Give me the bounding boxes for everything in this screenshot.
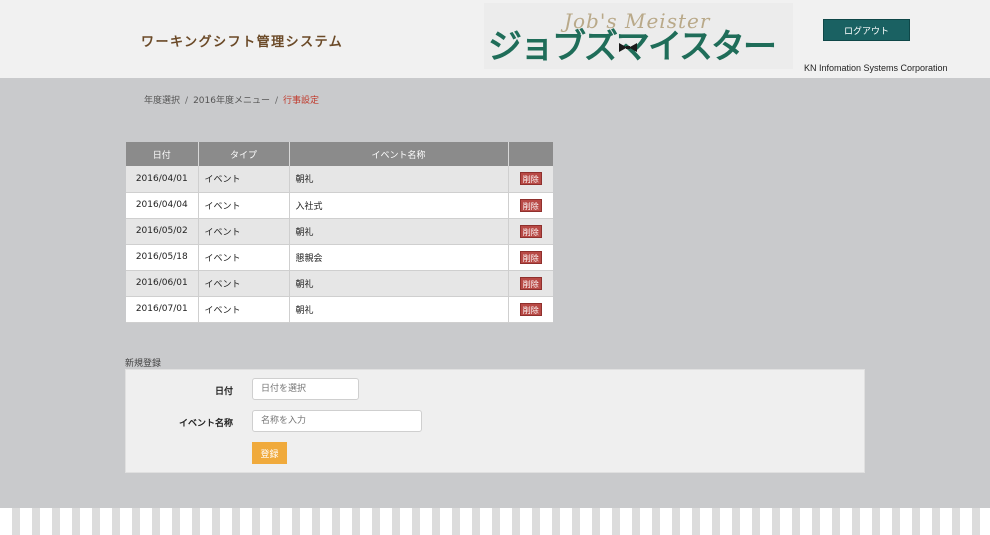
- delete-button[interactable]: 削除: [519, 172, 542, 186]
- table-row: 2016/05/02 イベント 朝礼 削除: [126, 218, 553, 245]
- cell-type: イベント: [198, 296, 290, 323]
- breadcrumb-separator: /: [274, 96, 279, 106]
- cell-event-name: 朝礼: [289, 218, 509, 245]
- event-name-input[interactable]: [252, 410, 422, 432]
- cell-type: イベント: [198, 166, 290, 193]
- cell-event-name: 朝礼: [289, 296, 509, 323]
- app-title: ワーキングシフト管理システム: [141, 35, 344, 50]
- column-header-date: 日付: [126, 142, 199, 166]
- table-row: 2016/06/01 イベント 朝礼 削除: [126, 270, 553, 297]
- table-header-row: 日付 タイプ イベント名称: [126, 142, 553, 166]
- cell-action: 削除: [508, 192, 553, 219]
- brand-logo: Job's Meister ジョブズマイスター: [484, 3, 793, 69]
- cell-action: 削除: [508, 218, 553, 245]
- cell-event-name: 懇親会: [289, 244, 509, 271]
- header: ワーキングシフト管理システム Job's Meister ジョブズマイスター K…: [0, 0, 990, 78]
- cell-date: 2016/04/04: [126, 192, 199, 219]
- events-table: 日付 タイプ イベント名称 2016/04/01 イベント 朝礼 削除 2016…: [126, 142, 553, 323]
- breadcrumb-year-menu[interactable]: 2016年度メニュー: [193, 96, 270, 106]
- delete-button[interactable]: 削除: [519, 198, 542, 212]
- column-header-event-name: イベント名称: [289, 142, 509, 166]
- cell-type: イベント: [198, 192, 290, 219]
- event-name-label: イベント名称: [178, 419, 233, 429]
- cell-action: 削除: [508, 296, 553, 323]
- table-row: 2016/05/18 イベント 懇親会 削除: [126, 244, 553, 271]
- cell-date: 2016/05/02: [126, 218, 199, 245]
- logout-button[interactable]: ログアウト: [823, 19, 910, 41]
- company-name: KN Infomation Systems Corporation: [804, 63, 948, 73]
- table-row: 2016/04/04 イベント 入社式 削除: [126, 192, 553, 219]
- cell-action: 削除: [508, 244, 553, 271]
- cell-date: 2016/06/01: [126, 270, 199, 297]
- breadcrumb-separator: /: [185, 96, 189, 106]
- breadcrumb: 年度選択 / 2016年度メニュー / 行事設定: [144, 93, 319, 106]
- date-picker-input[interactable]: [252, 378, 359, 400]
- delete-button[interactable]: 削除: [519, 302, 542, 316]
- new-registration-title: 新規登録: [125, 359, 162, 369]
- cell-event-name: 朝礼: [289, 270, 509, 297]
- delete-button[interactable]: 削除: [519, 276, 542, 290]
- cell-type: イベント: [198, 270, 290, 297]
- cell-date: 2016/04/01: [126, 166, 199, 193]
- bow-tie-icon: [619, 43, 637, 52]
- table-row: 2016/04/01 イベント 朝礼 削除: [126, 166, 553, 193]
- cell-action: 削除: [508, 166, 553, 193]
- breadcrumb-current: 行事設定: [283, 96, 320, 106]
- cell-date: 2016/07/01: [126, 296, 199, 323]
- footer-stripes: [0, 508, 990, 535]
- column-header-type: タイプ: [198, 142, 290, 166]
- cell-action: 削除: [508, 270, 553, 297]
- delete-button[interactable]: 削除: [519, 250, 542, 264]
- column-header-action: [508, 142, 553, 166]
- table-row: 2016/07/01 イベント 朝礼 削除: [126, 296, 553, 323]
- new-event-form: 日付 イベント名称 登録: [125, 369, 865, 473]
- cell-date: 2016/05/18: [126, 244, 199, 271]
- breadcrumb-year-select[interactable]: 年度選択: [144, 96, 180, 106]
- cell-type: イベント: [198, 218, 290, 245]
- date-label: 日付: [215, 387, 234, 397]
- delete-button[interactable]: 削除: [519, 224, 542, 238]
- register-button[interactable]: 登録: [252, 442, 287, 464]
- cell-event-name: 朝礼: [289, 166, 509, 193]
- cell-event-name: 入社式: [289, 192, 509, 219]
- cell-type: イベント: [198, 244, 290, 271]
